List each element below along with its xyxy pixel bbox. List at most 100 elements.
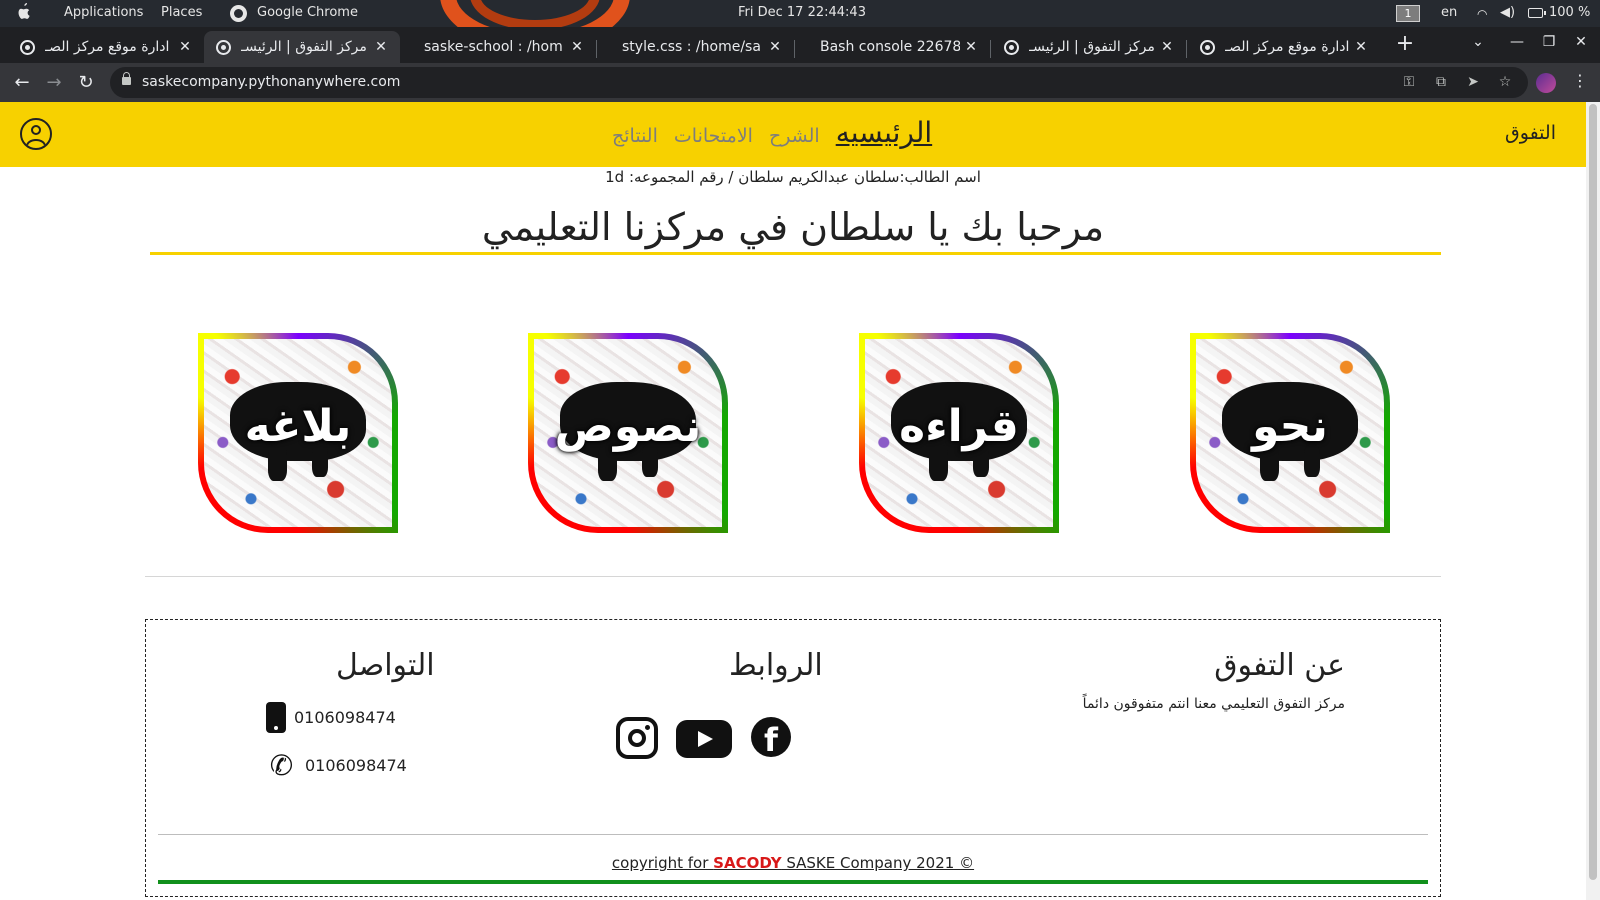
restore-icon[interactable]: ❐ (1537, 34, 1561, 50)
volume-icon[interactable]: ◀) (1500, 5, 1515, 20)
globe-icon (1200, 39, 1215, 55)
translate-icon[interactable]: ⧉ (1432, 74, 1450, 90)
tab-search-chevron-icon[interactable]: ⌄ (1466, 34, 1490, 50)
telephone-icon: ✆ (269, 749, 294, 782)
tab-title: مركز التفوق | الرئيسـ (241, 39, 367, 55)
footer-divider (158, 834, 1428, 835)
close-icon[interactable]: ✕ (764, 39, 786, 55)
browser-tab[interactable]: مركز التفوق | الرئيسـ ✕ (992, 31, 1186, 63)
arabic-letters-image: قراءه (865, 339, 1053, 527)
page-scrollbar[interactable] (1586, 102, 1600, 900)
site-nav-links: الرئيسيه الشرح الامتحانات النتائج (612, 116, 932, 149)
tab-title: ادارة موقع مركز الصـ (45, 39, 170, 55)
card-label: بلاغه (244, 401, 352, 453)
wifi-icon[interactable]: ◠ (1477, 7, 1487, 21)
footer-links-title: الروابط (729, 648, 823, 683)
lock-icon[interactable] (122, 72, 131, 85)
mobile-phone-icon (266, 702, 286, 733)
tab-title: saske-school : /hom (424, 39, 563, 55)
copyright-text[interactable]: copyright for SACODY SASKE Company 2021 … (146, 854, 1440, 872)
kebab-menu-icon[interactable]: ⋮ (1572, 71, 1588, 90)
nav-link-lessons[interactable]: الشرح (769, 125, 820, 147)
tab-title: Bash console 22678 (820, 39, 960, 55)
profile-avatar-icon[interactable] (1536, 73, 1556, 93)
footer-green-bar (158, 880, 1428, 884)
tab-title: ادارة موقع مركز الصـ (1225, 39, 1350, 55)
close-icon[interactable]: ✕ (960, 39, 982, 55)
window-close-icon[interactable]: ✕ (1569, 34, 1593, 50)
contact-mobile: 0106098474 (266, 702, 396, 733)
user-account-icon[interactable] (20, 118, 52, 150)
wallpaper-decoration (430, 0, 640, 27)
active-app-name[interactable]: Google Chrome (257, 5, 358, 20)
close-icon[interactable]: ✕ (1350, 39, 1372, 55)
workspace-indicator[interactable]: 1 (1396, 5, 1420, 22)
close-icon[interactable]: ✕ (174, 39, 196, 55)
clock[interactable]: Fri Dec 17 22:44:43 (738, 5, 866, 20)
apple-icon[interactable] (16, 3, 32, 21)
copyright-brand[interactable]: SACODY (713, 854, 781, 872)
nav-link-results[interactable]: النتائج (612, 125, 658, 147)
bookmark-star-icon[interactable]: ☆ (1496, 74, 1514, 90)
address-bar[interactable]: saskecompany.pythonanywhere.com ⚿ ⧉ ➤ ☆ (110, 67, 1528, 98)
send-icon[interactable]: ➤ (1464, 74, 1482, 90)
globe-icon (20, 39, 35, 55)
browser-tab[interactable]: ادارة موقع مركز الصـ ✕ (1188, 31, 1380, 63)
footer-contact-title: التواصل (336, 648, 435, 683)
copyright-prefix: copyright for (611, 854, 714, 872)
subject-card-rhetoric[interactable]: بلاغه (198, 333, 398, 533)
os-top-bar: Applications Places Google Chrome Fri De… (0, 0, 1600, 27)
places-menu[interactable]: Places (161, 5, 202, 20)
nav-link-exams[interactable]: الامتحانات (674, 125, 753, 147)
close-icon[interactable]: ✕ (566, 39, 588, 55)
browser-tab-strip: ادارة موقع مركز الصـ ✕ مركز التفوق | الر… (0, 27, 1600, 63)
browser-tab-active[interactable]: مركز التفوق | الرئيسـ ✕ (204, 31, 400, 63)
nav-link-home[interactable]: الرئيسيه (836, 116, 932, 149)
instagram-icon[interactable] (616, 717, 658, 759)
browser-tab[interactable]: style.css : /home/sa ✕ (598, 31, 794, 63)
minimize-icon[interactable]: — (1505, 34, 1529, 50)
contact-phone: ✆ 0106098474 (266, 750, 407, 781)
mobile-number[interactable]: 0106098474 (294, 708, 396, 727)
back-arrow-icon[interactable]: ← (11, 72, 33, 94)
applications-menu[interactable]: Applications (64, 5, 143, 20)
footer-about-title: عن التفوق (1214, 648, 1345, 683)
forward-arrow-icon[interactable]: → (43, 72, 65, 94)
youtube-icon[interactable] (676, 720, 732, 758)
subject-card-grammar[interactable]: نحو (1190, 333, 1390, 533)
url-text[interactable]: saskecompany.pythonanywhere.com (142, 74, 400, 90)
facebook-icon[interactable]: f (751, 717, 791, 757)
browser-toolbar: ← → ↻ saskecompany.pythonanywhere.com ⚿ … (0, 63, 1600, 102)
arabic-letters-image: نحو (1196, 339, 1384, 527)
reload-icon[interactable]: ↻ (75, 72, 97, 94)
subject-card-reading[interactable]: قراءه (859, 333, 1059, 533)
card-label: نصوص (554, 401, 702, 453)
copyright-suffix: SASKE Company 2021 © (781, 854, 975, 872)
new-tab-icon[interactable]: + (1392, 31, 1418, 57)
chrome-icon (230, 5, 247, 22)
battery-icon[interactable] (1528, 8, 1546, 18)
key-icon[interactable]: ⚿ (1400, 74, 1418, 90)
browser-tab[interactable]: Bash console 22678 ✕ (796, 31, 990, 63)
tab-title: مركز التفوق | الرئيسـ (1029, 39, 1155, 55)
globe-icon (216, 39, 231, 55)
browser-tab[interactable]: ادارة موقع مركز الصـ ✕ (8, 31, 204, 63)
arabic-letters-image: نصوص (534, 339, 722, 527)
close-icon[interactable]: ✕ (1156, 39, 1178, 55)
welcome-heading: مرحبا بك يا سلطان في مركزنا التعليمي (481, 205, 1105, 249)
site-footer: عن التفوق مركز التفوق التعليمي معنا انتم… (145, 619, 1441, 897)
card-label: نحو (1252, 401, 1328, 453)
site-navbar: التفوق الرئيسيه الشرح الامتحانات النتائج (0, 102, 1586, 167)
scrollbar-thumb[interactable] (1589, 104, 1597, 880)
keyboard-language[interactable]: en (1441, 5, 1457, 20)
card-label: قراءه (899, 401, 1019, 453)
subject-card-texts[interactable]: نصوص (528, 333, 728, 533)
globe-icon (1004, 39, 1019, 55)
student-info: اسم الطالب:سلطان عبدالكريم سلطان / رقم ا… (605, 168, 981, 186)
arabic-letters-image: بلاغه (204, 339, 392, 527)
footer-about-text: مركز التفوق التعليمي معنا انتم متفوقون د… (1082, 696, 1345, 712)
close-icon[interactable]: ✕ (370, 39, 392, 55)
phone-number[interactable]: 0106098474 (305, 756, 407, 775)
browser-tab[interactable]: saske-school : /hom ✕ (400, 31, 596, 63)
site-brand[interactable]: التفوق (1505, 122, 1556, 144)
